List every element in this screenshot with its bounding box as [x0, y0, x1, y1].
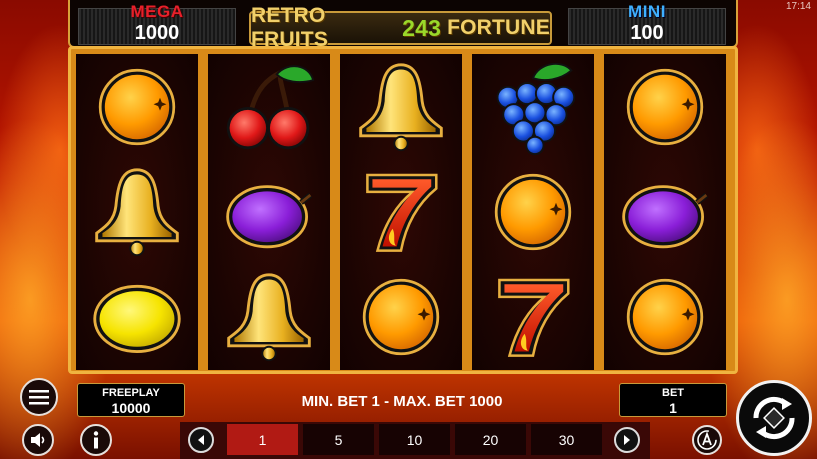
orange-icon [91, 61, 183, 153]
orange-icon [619, 61, 711, 153]
symbol-orange [340, 264, 462, 369]
symbol-seven [472, 264, 594, 369]
autoplay-icon [697, 430, 717, 450]
symbol-seven [340, 159, 462, 264]
symbol-orange [76, 54, 198, 159]
symbol-bell [76, 159, 198, 264]
symbol-orange [604, 54, 726, 159]
mega-jackpot-panel: MEGA 1000 [78, 2, 236, 45]
autoplay-button[interactable] [692, 425, 722, 455]
reel-3 [340, 54, 462, 370]
chevron-left-icon [198, 435, 204, 445]
game-title-right: FORTUNE [447, 16, 550, 39]
grapes-icon [485, 59, 581, 155]
hamburger-menu-icon [29, 390, 49, 405]
orange-icon [355, 271, 447, 363]
mini-jackpot-label: MINI [628, 2, 666, 21]
bet-option-20[interactable]: 20 [455, 424, 526, 455]
reels-area [68, 46, 738, 374]
reel-5 [604, 54, 726, 370]
bet-range-text: MIN. BET 1 - MAX. BET 1000 [301, 392, 503, 410]
symbol-bell [208, 264, 330, 369]
bell-icon [85, 164, 189, 260]
orange-icon [619, 271, 711, 363]
reel-1 [76, 54, 198, 370]
top-bar: MEGA 1000 RETRO FRUITS 243 FORTUNE MINI … [68, 0, 738, 51]
info-button[interactable] [80, 424, 112, 456]
freeplay-label: FREEPLAY [102, 387, 160, 399]
lemon-icon [85, 269, 189, 365]
spin-icon [753, 396, 795, 440]
symbol-grapes [472, 54, 594, 159]
seven-icon [359, 166, 443, 258]
bet-prev-button[interactable] [188, 427, 214, 453]
game-title-number: 243 [402, 14, 442, 41]
bet-panel: BET 1 [619, 383, 727, 417]
game-title: RETRO FRUITS 243 FORTUNE [249, 4, 552, 51]
bet-option-1[interactable]: 1 [227, 424, 298, 455]
seven-icon [491, 271, 575, 363]
bet-label: BET [662, 387, 684, 399]
symbol-cherries [208, 54, 330, 159]
symbol-plum [208, 159, 330, 264]
bet-next-button[interactable] [614, 427, 640, 453]
bell-icon [349, 59, 453, 155]
plum-icon [613, 165, 717, 259]
status-clock: 17:14 [785, 1, 811, 12]
symbol-bell [340, 54, 462, 159]
reel-4 [472, 54, 594, 370]
menu-button[interactable] [20, 378, 58, 416]
mini-jackpot-value: 100 [630, 22, 664, 44]
bet-option-5[interactable]: 5 [303, 424, 374, 455]
bell-icon [217, 269, 321, 365]
mega-jackpot-value: 1000 [134, 22, 180, 44]
bet-option-30[interactable]: 30 [531, 424, 602, 455]
symbol-orange [604, 264, 726, 369]
sound-button[interactable] [22, 424, 54, 456]
mega-jackpot-label: MEGA [130, 2, 184, 21]
plum-icon [217, 165, 321, 259]
symbol-orange [472, 159, 594, 264]
info-icon [93, 431, 99, 449]
chevron-right-icon [624, 435, 630, 445]
reel-2 [208, 54, 330, 370]
spin-button[interactable] [736, 380, 812, 456]
symbol-plum [604, 159, 726, 264]
freeplay-panel: FREEPLAY 10000 [77, 383, 185, 417]
game-title-left: RETRO FRUITS [251, 4, 329, 51]
orange-icon [487, 166, 579, 258]
freeplay-value: 10000 [111, 400, 151, 416]
mini-jackpot-panel: MINI 100 [568, 2, 726, 45]
symbol-lemon [76, 264, 198, 369]
speaker-icon [31, 433, 45, 447]
cherries-icon [221, 59, 317, 155]
bet-value: 1 [669, 400, 677, 416]
bet-option-10[interactable]: 10 [379, 424, 450, 455]
